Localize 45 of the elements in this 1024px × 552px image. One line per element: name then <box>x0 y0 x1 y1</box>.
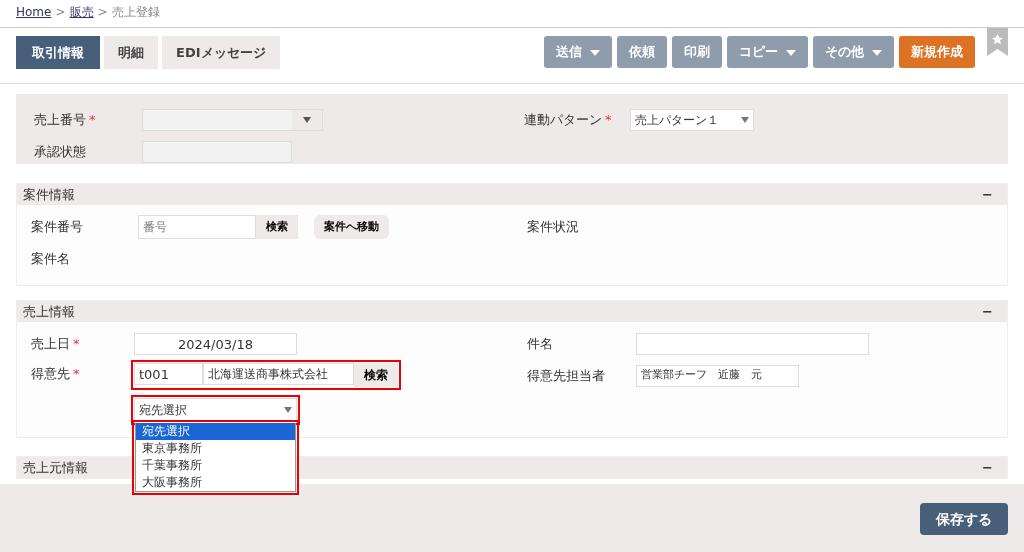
field-label: 件名 <box>527 336 553 352</box>
dropdown-option[interactable]: 大阪事務所 <box>136 474 295 491</box>
field-label: 案件状況 <box>527 219 579 235</box>
dropdown-arrow-icon <box>303 117 311 123</box>
customer-field[interactable]: 北海運送商事株式会社 <box>203 363 354 385</box>
select-field[interactable]: 宛先選択 <box>134 398 297 422</box>
breadcrumb-link[interactable]: 販売 <box>69 5 94 19</box>
field-label: 案件名 <box>31 251 70 267</box>
field-label: 得意先担当者 <box>527 368 605 384</box>
save-button[interactable]: 保存する <box>920 503 1008 535</box>
search-button[interactable]: 検索 <box>256 215 298 239</box>
breadcrumb-separator: > <box>55 5 66 19</box>
dropdown-option[interactable]: 宛先選択 <box>136 423 295 440</box>
field-label: 案件番号 <box>31 219 83 235</box>
breadcrumb-current: 売上登録 <box>111 5 160 19</box>
date-field[interactable]: 2024/03/18 <box>134 333 297 355</box>
section-title: 売上情報 <box>23 303 75 321</box>
bookmark-star-icon[interactable] <box>987 28 1008 56</box>
breadcrumb-separator: > <box>97 5 108 19</box>
search-button[interactable]: 検索 <box>354 363 398 387</box>
collapse-toggle[interactable]: − <box>982 458 993 477</box>
field-label: 連動パターン * <box>524 112 612 128</box>
input-field[interactable]: 番号 <box>138 215 256 239</box>
field-label: 承認状態 <box>34 144 86 160</box>
breadcrumb-link[interactable]: Home <box>16 5 52 19</box>
dropdown-arrow-icon <box>284 407 292 413</box>
combo-box[interactable] <box>142 109 323 131</box>
select-field[interactable]: 売上パターン１ <box>630 109 754 131</box>
input-field[interactable]: 営業部チーフ 近藤 元 <box>636 365 799 387</box>
collapse-toggle[interactable]: − <box>982 185 993 204</box>
input-field[interactable] <box>636 333 869 355</box>
dropdown-arrow-icon <box>741 117 749 123</box>
tab[interactable]: EDIメッセージ <box>162 36 280 69</box>
code-field[interactable]: t001 <box>134 363 203 385</box>
field-label: 得意先 * <box>31 366 80 381</box>
field-label: 売上番号 * <box>34 112 96 128</box>
section-title: 案件情報 <box>23 186 75 204</box>
dropdown-option[interactable]: 千葉事務所 <box>136 457 295 474</box>
move-button[interactable]: 案件へ移動 <box>314 215 389 239</box>
dropdown-option[interactable]: 東京事務所 <box>136 440 295 457</box>
section-title: 売上元情報 <box>23 459 88 477</box>
collapse-toggle[interactable]: − <box>982 302 993 321</box>
field-label: 売上日 * <box>31 336 80 352</box>
tab[interactable]: 取引情報 <box>16 36 100 69</box>
tab[interactable]: 明細 <box>104 36 158 69</box>
